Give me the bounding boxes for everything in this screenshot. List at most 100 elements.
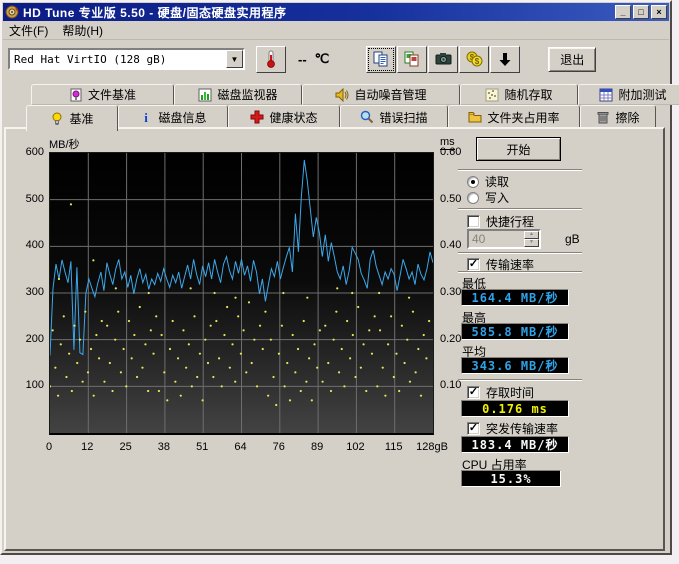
radio-write-label: 写入 [485,189,509,206]
tab-benchmark[interactable]: 基准 [26,105,118,131]
red-cross-icon [250,110,264,124]
right-axis-tick: 0.60 [440,146,480,158]
shortstroke-label: 快捷行程 [486,213,534,230]
svg-text:$: $ [475,57,480,66]
title-bar: HD Tune 专业版 5.50 - 硬盘/固态硬盘实用程序 _ □ × [3,3,669,21]
donate-button[interactable]: $ $ [459,46,489,73]
start-button[interactable]: 开始 [476,137,561,161]
tab-label: 擦除 [615,109,639,126]
right-axis-tick: 0.30 [440,286,480,298]
tab-disk-monitor[interactable]: 磁盘监视器 [174,84,302,105]
burst-rate-label: 突发传输速率 [486,420,558,437]
tab-erase[interactable]: 擦除 [580,105,656,129]
folder-icon [468,110,482,124]
cpu-usage-value: 15.3% [461,470,561,487]
tab-error-scan[interactable]: 错误扫描 [340,105,448,129]
tab-file-benchmark[interactable]: 文件基准 [31,84,174,105]
camera-icon [435,52,452,66]
save-results-button[interactable] [490,46,520,73]
separator [458,208,582,210]
radio-read-circle[interactable] [467,176,479,188]
coins-icon: $ $ [466,51,483,67]
lightbulb-icon [50,112,64,126]
right-axis-tick: 0.40 [440,239,480,251]
transfer-rate-checkbox-box[interactable]: ✓ [467,258,480,271]
drive-select[interactable]: Red Hat VirtIO (128 gB) ▼ [8,48,245,70]
left-axis-tick: 600 [6,146,44,158]
tab-label: 磁盘信息 [158,109,206,126]
temperature-button[interactable] [256,46,286,73]
avg-value: 343.6 MB/秒 [461,357,569,374]
file-benchmark-icon [69,88,83,102]
copy-text-button[interactable] [366,46,396,73]
exit-button[interactable]: 退出 [548,47,596,72]
minimize-button[interactable]: _ [615,5,631,19]
access-time-value: 0.176 ms [461,400,569,417]
drive-select-value: Red Hat VirtIO (128 gB) [10,53,226,66]
benchmark-chart [49,152,434,435]
trash-icon [596,110,610,124]
stepper-buttons[interactable]: ▲▼ [524,231,539,247]
copy-image-icon [404,51,420,67]
window-title: HD Tune 专业版 5.50 - 硬盘/固态硬盘实用程序 [23,4,286,21]
tab-label: 基准 [69,110,93,127]
menu-bar: 文件(F) 帮助(H) [3,21,669,40]
left-axis-tick: 300 [6,286,44,298]
burst-rate-checkbox[interactable]: ✓ 突发传输速率 [467,420,558,437]
burst-rate-checkbox-box[interactable]: ✓ [467,422,480,435]
x-axis-tick: 128gB [408,441,456,453]
left-axis-tick: 200 [6,333,44,345]
maximize-button[interactable]: □ [633,5,649,19]
tab-label: 健康状态 [269,109,317,126]
temperature-value: -- [298,52,307,67]
svg-text:i: i [145,110,149,124]
temperature-unit: ℃ [315,51,330,67]
download-arrow-icon [498,52,512,67]
tab-label: 文件基准 [88,86,136,103]
toolbar: Red Hat VirtIO (128 gB) ▼ -- ℃ [3,41,669,77]
tab-folder-usage[interactable]: 文件夹占用率 [448,105,580,129]
menu-help[interactable]: 帮助(H) [62,22,103,39]
tab-label: 随机存取 [504,86,552,103]
screenshot-button[interactable] [428,46,458,73]
burst-rate-value: 183.4 MB/秒 [461,436,569,453]
tab-random-access[interactable]: 随机存取 [460,84,578,105]
shortstroke-checkbox[interactable]: 快捷行程 [467,213,534,230]
magnifier-icon [360,110,374,124]
copy-image-button[interactable] [397,46,427,73]
radio-read-label: 读取 [485,173,509,190]
tab-label: 磁盘监视器 [217,86,277,103]
tab-extra-tests[interactable]: 附加测试 [578,84,679,105]
chevron-down-icon[interactable]: ▼ [226,50,243,68]
info-icon: i [139,110,153,124]
tab-row-primary: 基准 i 磁盘信息 健康状态 错误扫描 文件夹占用率 [3,105,656,129]
access-time-label: 存取时间 [486,384,534,401]
tab-disk-info[interactable]: i 磁盘信息 [118,105,228,129]
menu-file[interactable]: 文件(F) [9,22,48,39]
stepper-up-icon[interactable]: ▲ [524,231,539,239]
tab-label: 错误扫描 [379,109,427,126]
separator [458,271,582,273]
separator [458,252,582,254]
tab-health[interactable]: 健康状态 [228,105,340,129]
left-axis-tick: 400 [6,239,44,251]
close-button[interactable]: × [651,5,667,19]
right-axis-tick: 0.20 [440,333,480,345]
scatter-dots-icon [485,88,499,102]
grid-table-icon [599,88,613,102]
tab-label: 自动噪音管理 [354,86,426,103]
app-window: HD Tune 专业版 5.50 - 硬盘/固态硬盘实用程序 _ □ × 文件(… [0,0,672,555]
left-axis-tick: 100 [6,379,44,391]
tab-aam[interactable]: 自动噪音管理 [302,84,460,105]
stepper-down-icon[interactable]: ▼ [524,239,539,247]
copy-icon [373,51,389,67]
tab-label: 附加测试 [618,86,666,103]
thermometer-icon [264,50,278,68]
radio-read[interactable]: 读取 [467,173,509,190]
shortstroke-checkbox-box[interactable] [467,215,480,228]
left-axis-tick: 500 [6,193,44,205]
right-axis-tick: 0.10 [440,379,480,391]
benchmark-panel: MB/秒 ms 开始 读取 写入 快捷行程 40 ▲▼ gB ✓ 传输速率 [4,127,665,551]
tab-label: 文件夹占用率 [487,109,559,126]
disk-monitor-icon [198,88,212,102]
